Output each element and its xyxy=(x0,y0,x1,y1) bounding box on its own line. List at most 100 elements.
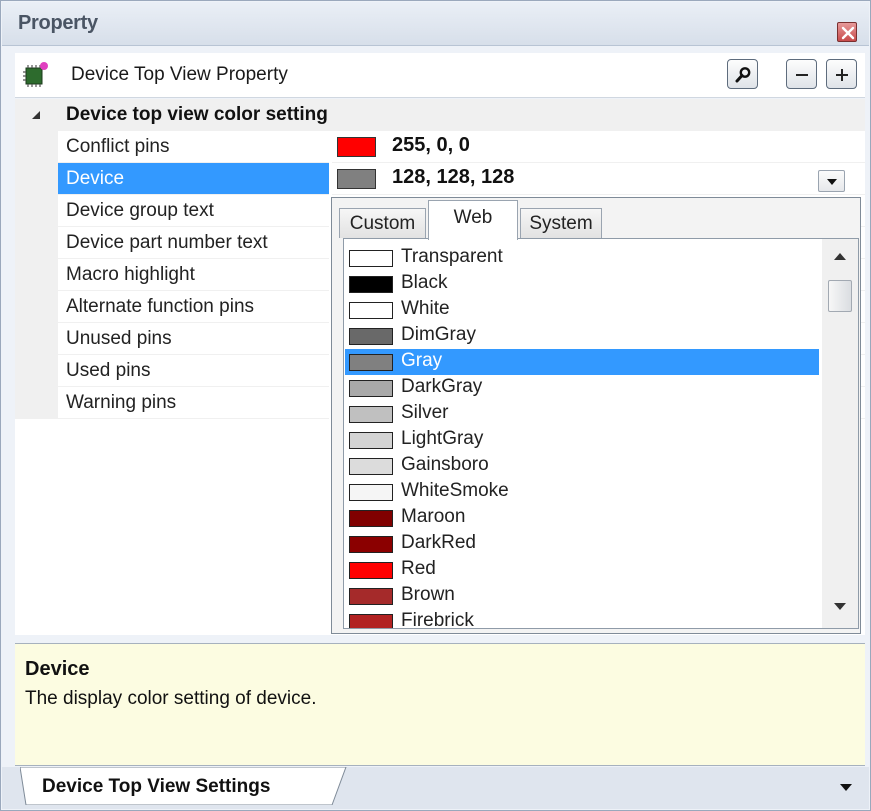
title-bar: Property xyxy=(2,2,869,46)
color-swatch xyxy=(349,432,393,449)
category-row[interactable]: Device top view color setting xyxy=(15,99,865,131)
property-name: Conflict pins xyxy=(58,131,329,163)
property-row-conflict-pins[interactable]: Conflict pins 255, 0, 0 xyxy=(15,131,865,163)
color-name: DimGray xyxy=(401,324,476,345)
toolbar-title: Device Top View Property xyxy=(71,64,288,85)
color-swatch xyxy=(349,302,393,319)
property-name: Macro highlight xyxy=(58,259,329,291)
collapse-all-button[interactable] xyxy=(786,59,817,89)
chevron-down-icon xyxy=(827,179,837,185)
color-list-item[interactable]: DimGray xyxy=(345,323,819,349)
color-swatch xyxy=(349,380,393,397)
description-panel: Device The display color setting of devi… xyxy=(15,643,865,766)
color-list-item[interactable]: WhiteSmoke xyxy=(345,479,819,505)
collapse-arrow-icon[interactable] xyxy=(31,110,41,120)
color-list-item[interactable]: DarkGray xyxy=(345,375,819,401)
color-list-item[interactable]: Maroon xyxy=(345,505,819,531)
tab-menu-chevron-down-icon[interactable] xyxy=(840,784,852,791)
color-swatch xyxy=(349,562,393,579)
tab-device-top-view-settings[interactable]: Device Top View Settings xyxy=(20,767,348,805)
color-dropdown-button[interactable] xyxy=(818,170,845,192)
toolbar: Device Top View Property xyxy=(15,53,865,98)
color-name: Black xyxy=(401,272,448,293)
color-list-item[interactable]: Gainsboro xyxy=(345,453,819,479)
color-swatch xyxy=(337,137,376,157)
color-name: DarkRed xyxy=(401,532,476,553)
property-name: Alternate function pins xyxy=(58,291,329,323)
property-value-text: 255, 0, 0 xyxy=(392,134,470,156)
color-list-frame: Transparent Black White DimGray Gray DarkGray… xyxy=(343,238,859,629)
property-name: Device part number text xyxy=(58,227,329,259)
expand-plus-icon xyxy=(836,69,848,81)
category-label: Device top view color setting xyxy=(66,104,328,125)
description-title: Device xyxy=(25,658,90,680)
color-swatch xyxy=(349,536,393,553)
color-name: LightGray xyxy=(401,428,484,449)
color-list-item[interactable]: Transparent xyxy=(345,245,819,271)
device-icon xyxy=(23,62,48,87)
row-gutter xyxy=(15,259,58,291)
color-name: DarkGray xyxy=(401,376,483,397)
color-name: White xyxy=(401,298,450,319)
row-gutter xyxy=(15,323,58,355)
tab-custom[interactable]: Custom xyxy=(339,208,426,238)
tab-web[interactable]: Web xyxy=(428,200,518,240)
color-list-item[interactable]: Firebrick xyxy=(345,609,819,629)
row-gutter xyxy=(15,163,58,195)
color-name: Transparent xyxy=(401,246,503,267)
property-value[interactable]: 128, 128, 128 xyxy=(332,163,865,195)
color-list: Transparent Black White DimGray Gray DarkGray… xyxy=(345,245,819,629)
property-value-text: 128, 128, 128 xyxy=(392,166,515,188)
color-swatch xyxy=(349,510,393,527)
scroll-up-icon[interactable] xyxy=(834,253,846,260)
color-swatch xyxy=(349,484,393,501)
color-list-item[interactable]: Brown xyxy=(345,583,819,609)
tab-system[interactable]: System xyxy=(520,208,602,238)
color-name: WhiteSmoke xyxy=(401,480,509,501)
property-name: Device group text xyxy=(58,195,329,227)
property-name: Device xyxy=(58,163,329,195)
property-value[interactable]: 255, 0, 0 xyxy=(332,131,865,163)
row-gutter xyxy=(15,195,58,227)
search-button[interactable] xyxy=(727,59,758,89)
color-name: Firebrick xyxy=(401,610,474,629)
search-icon xyxy=(735,67,751,83)
color-swatch xyxy=(337,169,376,189)
color-swatch xyxy=(349,250,393,267)
color-swatch xyxy=(349,328,393,345)
description-text: The display color setting of device. xyxy=(25,688,317,709)
color-list-item[interactable]: Silver xyxy=(345,401,819,427)
color-swatch xyxy=(349,276,393,293)
color-list-item[interactable]: Red xyxy=(345,557,819,583)
color-list-item[interactable]: LightGray xyxy=(345,427,819,453)
color-list-item[interactable]: Gray xyxy=(345,349,819,375)
color-picker-dropdown: Custom Web System Transparent Black White D… xyxy=(331,197,861,634)
scrollbar[interactable] xyxy=(822,239,858,628)
color-list-item[interactable]: DarkRed xyxy=(345,531,819,557)
color-list-item[interactable]: Black xyxy=(345,271,819,297)
color-list-item[interactable]: White xyxy=(345,297,819,323)
scroll-thumb[interactable] xyxy=(828,280,852,312)
property-name: Unused pins xyxy=(58,323,329,355)
property-window: Property Device Top View Property Device… xyxy=(0,0,871,811)
property-row-device[interactable]: Device 128, 128, 128 xyxy=(15,163,865,195)
color-swatch xyxy=(349,458,393,475)
color-swatch xyxy=(349,354,393,371)
color-name: Brown xyxy=(401,584,455,605)
color-name: Gray xyxy=(401,350,443,371)
property-name: Used pins xyxy=(58,355,329,387)
close-button[interactable] xyxy=(837,22,857,42)
expand-all-button[interactable] xyxy=(826,59,857,89)
close-icon xyxy=(841,26,855,40)
color-name: Maroon xyxy=(401,506,466,527)
color-name: Gainsboro xyxy=(401,454,489,475)
property-name: Warning pins xyxy=(58,387,329,419)
row-gutter xyxy=(15,291,58,323)
scroll-down-icon[interactable] xyxy=(834,603,846,610)
color-swatch xyxy=(349,406,393,423)
row-gutter xyxy=(15,355,58,387)
bottom-tab-label: Device Top View Settings xyxy=(42,776,271,797)
bottom-tab-bar: Device Top View Settings xyxy=(2,767,869,809)
color-name: Silver xyxy=(401,402,449,423)
row-gutter xyxy=(15,131,58,163)
